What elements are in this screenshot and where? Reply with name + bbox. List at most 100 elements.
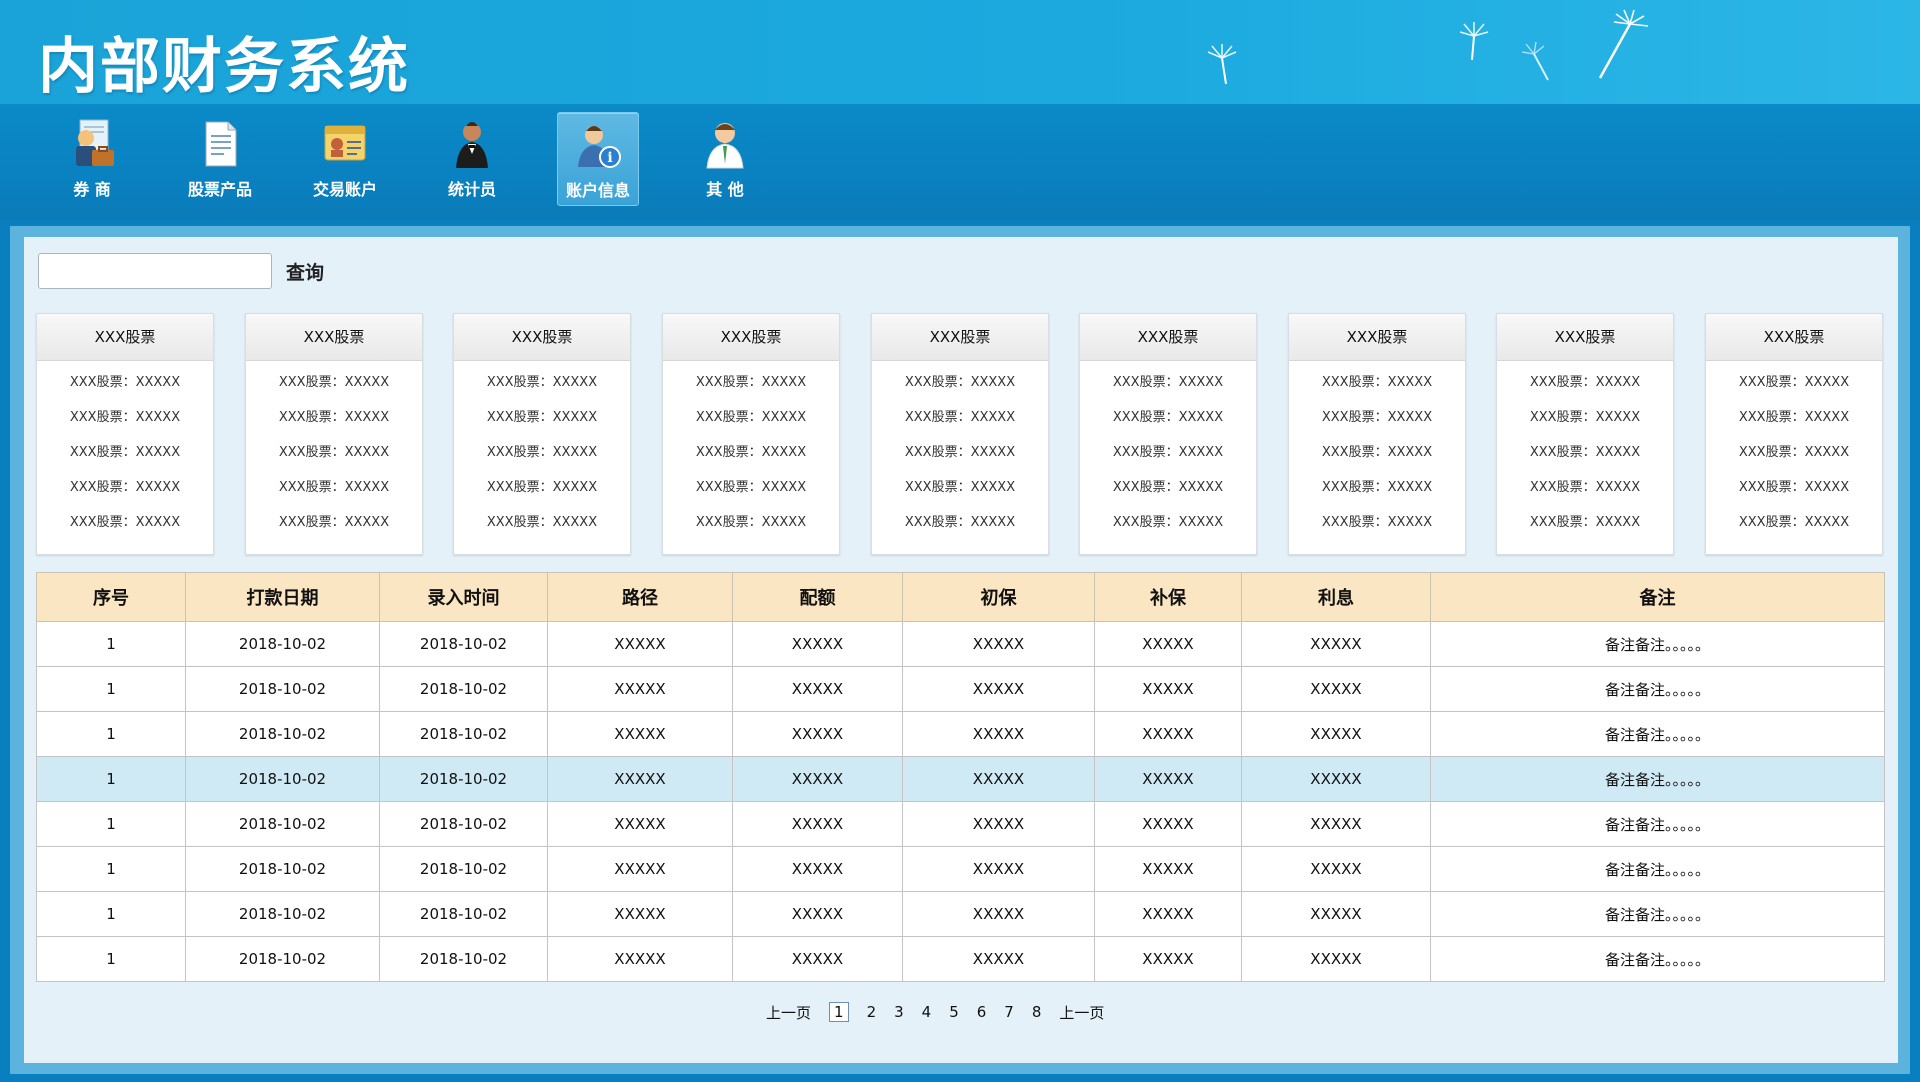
stock-card-line: XXX股票：XXXXX (69, 375, 181, 390)
table-row-highlighted[interactable]: 1 2018-10-02 2018-10-02 XXXXX XXXXX XXXX… (36, 756, 1885, 802)
table-cell: XXXXX (547, 756, 733, 802)
stock-card-line: XXX股票：XXXXX (1529, 515, 1641, 530)
table-cell: 2018-10-02 (379, 891, 548, 937)
table-cell: 2018-10-02 (379, 801, 548, 847)
column-header: 打款日期 (185, 572, 380, 622)
nav-item-account-info[interactable]: i 账户信息 (557, 112, 639, 206)
stock-card-line: XXX股票：XXXXX (1112, 375, 1224, 390)
column-header: 序号 (36, 572, 186, 622)
account-info-icon: i (578, 126, 621, 168)
page-link[interactable]: 3 (894, 1003, 904, 1021)
table-header-row: 序号 打款日期 录入时间 路径 配额 初保 补保 利息 备注 (36, 572, 1885, 622)
stock-card-line: XXX股票：XXXXX (1321, 515, 1433, 530)
stock-card-line: XXX股票：XXXXX (278, 375, 390, 390)
stock-card-line: XXX股票：XXXXX (904, 480, 1016, 495)
stock-card-line: XXX股票：XXXXX (486, 480, 598, 495)
page-link[interactable]: 4 (922, 1003, 932, 1021)
table-cell: XXXXX (902, 666, 1095, 712)
prev-page-link[interactable]: 上一页 (766, 1002, 811, 1023)
stock-card-line: XXX股票：XXXXX (904, 445, 1016, 460)
stock-card-title: XXX股票 (872, 314, 1048, 361)
table-cell: 2018-10-02 (379, 846, 548, 892)
nav-item-other[interactable]: 其 他 (685, 112, 765, 204)
nav-label: 账户信息 (565, 181, 630, 200)
svg-text:i: i (607, 150, 612, 166)
column-header: 备注 (1430, 572, 1885, 622)
page-link-current[interactable]: 1 (829, 1002, 849, 1022)
nav-item-broker[interactable]: 券 商 (52, 112, 132, 204)
stock-card: XXX股票 XXX股票：XXXXX XXX股票：XXXXX XXX股票：XXXX… (453, 313, 631, 555)
table-cell: 1 (36, 801, 186, 847)
page-link[interactable]: 8 (1032, 1003, 1042, 1021)
stock-card-line: XXX股票：XXXXX (486, 515, 598, 530)
page-link[interactable]: 5 (949, 1003, 959, 1021)
stock-card-line: XXX股票：XXXXX (69, 445, 181, 460)
nav-label: 券 商 (73, 180, 111, 199)
table-cell: 2018-10-02 (185, 936, 380, 982)
stock-card-line: XXX股票：XXXXX (1112, 410, 1224, 425)
table-cell: 备注备注。。。。。 (1430, 846, 1885, 892)
table-row[interactable]: 1 2018-10-02 2018-10-02 XXXXX XXXXX XXXX… (36, 666, 1885, 712)
table-cell: XXXXX (547, 666, 733, 712)
search-input[interactable] (38, 253, 272, 289)
page-link[interactable]: 2 (867, 1003, 877, 1021)
stock-card-line: XXX股票：XXXXX (69, 410, 181, 425)
nav-label: 统计员 (447, 180, 496, 199)
nav-item-statistician[interactable]: 统计员 (432, 112, 512, 204)
table-row[interactable]: 1 2018-10-02 2018-10-02 XXXXX XXXXX XXXX… (36, 711, 1885, 757)
table-cell: XXXXX (1094, 756, 1242, 802)
table-cell: XXXXX (902, 711, 1095, 757)
page-link[interactable]: 7 (1004, 1003, 1014, 1021)
stock-card-line: XXX股票：XXXXX (695, 515, 807, 530)
records-table: 序号 打款日期 录入时间 路径 配额 初保 补保 利息 备注 1 2018-10… (36, 572, 1885, 982)
nav-label: 股票产品 (187, 180, 252, 199)
stock-card-line: XXX股票：XXXXX (1112, 480, 1224, 495)
next-page-link[interactable]: 上一页 (1059, 1002, 1104, 1023)
table-cell: 2018-10-02 (185, 891, 380, 937)
table-cell: XXXXX (547, 711, 733, 757)
stock-card: XXX股票 XXX股票：XXXXX XXX股票：XXXXX XXX股票：XXXX… (662, 313, 840, 555)
table-cell: 2018-10-02 (185, 666, 380, 712)
table-cell: XXXXX (732, 846, 903, 892)
dandelion-decoration-icon (1459, 22, 1489, 61)
table-row[interactable]: 1 2018-10-02 2018-10-02 XXXXX XXXXX XXXX… (36, 936, 1885, 982)
stock-card-line: XXX股票：XXXXX (695, 445, 807, 460)
table-row[interactable]: 1 2018-10-02 2018-10-02 XXXXX XXXXX XXXX… (36, 846, 1885, 892)
header-banner: 内部财务系统 (0, 0, 1920, 104)
nav-item-stock-products[interactable]: 股票产品 (180, 112, 260, 204)
table-row[interactable]: 1 2018-10-02 2018-10-02 XXXXX XXXXX XXXX… (36, 801, 1885, 847)
table-cell: XXXXX (732, 891, 903, 937)
statistician-icon (456, 122, 488, 168)
table-cell: 2018-10-02 (185, 756, 380, 802)
table-cell: 备注备注。。。。。 (1430, 891, 1885, 937)
stock-card-line: XXX股票：XXXXX (695, 375, 807, 390)
stock-card-line: XXX股票：XXXXX (1321, 480, 1433, 495)
table-cell: XXXXX (1241, 801, 1431, 847)
dandelion-decoration-icon (1207, 44, 1237, 85)
table-cell: XXXXX (547, 936, 733, 982)
table-cell: XXXXX (1241, 621, 1431, 667)
table-cell: XXXXX (1094, 891, 1242, 937)
stock-card-line: XXX股票：XXXXX (278, 515, 390, 530)
stock-card-line: XXX股票：XXXXX (1738, 480, 1850, 495)
id-card-icon (324, 125, 366, 161)
table-cell: 1 (36, 621, 186, 667)
table-cell: XXXXX (1094, 801, 1242, 847)
stock-card-line: XXX股票：XXXXX (904, 375, 1016, 390)
page-link[interactable]: 6 (977, 1003, 987, 1021)
stock-card-line: XXX股票：XXXXX (486, 375, 598, 390)
table-row[interactable]: 1 2018-10-02 2018-10-02 XXXXX XXXXX XXXX… (36, 891, 1885, 937)
stock-card-line: XXX股票：XXXXX (278, 445, 390, 460)
table-cell: XXXXX (1241, 756, 1431, 802)
search-button[interactable]: 查询 (286, 258, 324, 285)
table-cell: XXXXX (732, 756, 903, 802)
stock-card-line: XXX股票：XXXXX (695, 410, 807, 425)
pagination: 上一页 1 2 3 4 5 6 7 8 上一页 (766, 1000, 1122, 1024)
table-cell: 2018-10-02 (185, 801, 380, 847)
column-header: 录入时间 (379, 572, 548, 622)
nav-item-trading-account[interactable]: 交易账户 (305, 112, 385, 204)
stock-card-line: XXX股票：XXXXX (904, 410, 1016, 425)
table-cell: 2018-10-02 (379, 666, 548, 712)
table-cell: 备注备注。。。。。 (1430, 756, 1885, 802)
table-row[interactable]: 1 2018-10-02 2018-10-02 XXXXX XXXXX XXXX… (36, 621, 1885, 667)
